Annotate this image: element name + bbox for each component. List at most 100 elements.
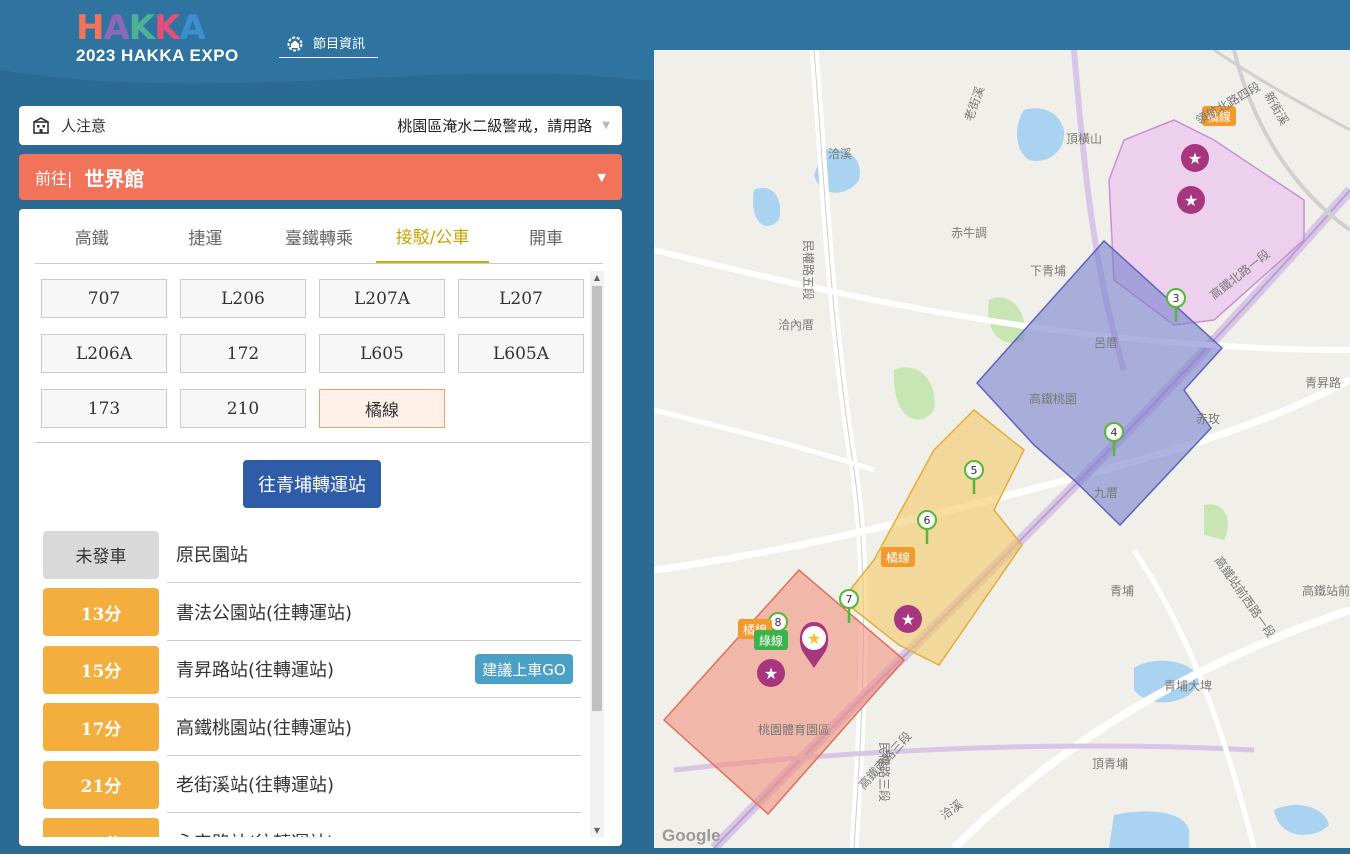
logo-letter: K [154, 8, 180, 48]
map-label: 老街溪 [962, 84, 987, 123]
route-button[interactable]: 707 [41, 279, 167, 318]
destination-prefix: 前往| [35, 169, 73, 188]
map-label: 民權路三段 [877, 742, 892, 802]
svg-text:★: ★ [764, 664, 778, 683]
map-canvas[interactable]: 3 4 5 6 7 8 橘線 橘線 橘線 綠線 ★ ★ ★ ★ ★ 頂橫山 洽溪… [654, 50, 1350, 848]
map-label: 赤玫 [1196, 411, 1220, 426]
logo-letter: A [179, 8, 206, 48]
stop-row[interactable]: 未發車 原民園站 [43, 526, 581, 584]
map-label: 青埔大埤 [1164, 679, 1212, 693]
google-logo: Google [662, 826, 721, 845]
route-button[interactable]: 210 [180, 389, 306, 428]
notice-title: 人注意 [61, 117, 107, 135]
stop-number: 3 [1173, 292, 1180, 305]
stop-row[interactable]: 21分 老街溪站(往轉運站) [43, 756, 581, 814]
route-tag-orange: 橘線 [881, 547, 915, 567]
suggest-board-button[interactable]: 建議上車GO [475, 654, 573, 684]
route-button-selected[interactable]: 橘線 [319, 389, 445, 428]
route-tag-green: 綠線 [754, 630, 788, 650]
scrollbar-thumb[interactable] [592, 286, 602, 711]
route-button[interactable]: L207A [319, 279, 445, 318]
map-label: 呂厝 [1094, 336, 1118, 350]
map-label: 青昇路 [1305, 375, 1341, 390]
notice-dropdown[interactable]: 人注意 桃園區淹水二級警戒，請用路 ▼ [19, 106, 622, 145]
eta-badge: 16分 [43, 818, 159, 837]
eta-badge: 13分 [43, 588, 159, 637]
route-grid: 707 L206 L207A L207 L206A 172 L605 L605A… [35, 271, 590, 428]
venue-star-icon[interactable]: ★ [1177, 186, 1205, 214]
route-button[interactable]: 173 [41, 389, 167, 428]
scrollbar[interactable]: ▲ ▼ [590, 271, 604, 837]
logo-subtitle: 2023 HAKKA EXPO [76, 46, 239, 65]
route-map[interactable]: 3 4 5 6 7 8 橘線 橘線 橘線 綠線 ★ ★ ★ ★ ★ 頂橫山 洽溪… [654, 50, 1350, 848]
venue-star-icon[interactable]: ★ [1181, 144, 1209, 172]
route-tag-label: 橘線 [886, 550, 910, 565]
stop-number: 8 [775, 616, 782, 629]
stop-name: 書法公園站(往轉運站) [167, 584, 581, 641]
hakka-expo-logo[interactable]: H A K K A 2023 HAKKA EXPO [76, 8, 256, 70]
svg-text:★: ★ [807, 629, 821, 648]
logo-letter: H [76, 8, 105, 48]
stop-number: 5 [971, 464, 978, 477]
stop-list: 未發車 原民園站 13分 書法公園站(往轉運站) 15分 青昇路站(往轉運站) … [43, 526, 581, 837]
building-icon [33, 116, 49, 134]
chevron-down-icon: ▼ [597, 170, 606, 184]
map-label: 青埔 [1110, 584, 1134, 598]
logo-letter: A [103, 8, 129, 48]
stop-name: 永安路站(往轉運站) [167, 814, 581, 837]
direction-button[interactable]: 往青埔轉運站 [243, 460, 381, 508]
tab-hsr[interactable]: 高鐵 [35, 209, 149, 263]
chevron-down-icon: ▼ [602, 120, 610, 131]
stop-name: 老街溪站(往轉運站) [167, 756, 581, 814]
destination-select[interactable]: 前往| 世界館 ▼ [19, 154, 622, 200]
route-scroll-area[interactable]: 707 L206 L207A L207 L206A 172 L605 L605A… [35, 271, 590, 837]
map-label: 高鐵桃園 [1029, 391, 1077, 406]
stop-row[interactable]: 13分 書法公園站(往轉運站) [43, 584, 581, 642]
svg-text:★: ★ [1184, 191, 1198, 210]
scroll-down-arrow-icon[interactable]: ▼ [590, 826, 604, 835]
venue-star-icon[interactable]: ★ [894, 605, 922, 633]
map-label: 高鐵站前西路一段 [1212, 553, 1279, 640]
tab-driving[interactable]: 開車 [489, 209, 603, 263]
stop-number: 7 [846, 593, 853, 606]
route-button[interactable]: L605A [458, 334, 584, 373]
stop-row[interactable]: 15分 青昇路站(往轉運站) 建議上車GO [43, 641, 581, 699]
map-label: 洽溪 [938, 797, 966, 822]
eta-badge: 15分 [43, 645, 159, 694]
map-label: 九厝 [1094, 486, 1118, 500]
eta-badge: 17分 [43, 703, 159, 752]
map-label: 下青埔 [1030, 264, 1066, 278]
map-label: 頂青埔 [1092, 757, 1128, 771]
nav-tab-program-info[interactable]: 節目資訊 [279, 28, 378, 58]
stop-row[interactable]: 17分 高鐵桃園站(往轉運站) [43, 699, 581, 757]
eta-badge: 21分 [43, 760, 159, 809]
route-button[interactable]: L605 [319, 334, 445, 373]
map-label: 民權路五段 [801, 240, 816, 300]
route-button[interactable]: L207 [458, 279, 584, 318]
map-label: 洽溪 [828, 147, 852, 161]
scroll-up-arrow-icon[interactable]: ▲ [590, 273, 604, 282]
logo-letters: H A K K A [76, 8, 256, 48]
tab-tra-transfer[interactable]: 臺鐵轉乘 [262, 209, 376, 263]
eta-badge: 未發車 [43, 530, 159, 579]
stop-name: 原民園站 [167, 526, 581, 584]
map-label: 高鐵站前 [1302, 583, 1350, 598]
divider [35, 442, 590, 443]
route-button[interactable]: 172 [180, 334, 306, 373]
stop-number: 6 [924, 514, 931, 527]
notice-message: 桃園區淹水二級警戒，請用路 [397, 117, 593, 135]
venue-star-icon[interactable]: ★ [757, 659, 785, 687]
tab-mrt[interactable]: 捷運 [149, 209, 263, 263]
svg-text:★: ★ [901, 610, 915, 629]
transport-tabs: 高鐵 捷運 臺鐵轉乘 接駁/公車 開車 [35, 209, 603, 264]
map-label: 赤牛調 [951, 225, 987, 240]
route-button[interactable]: L206 [180, 279, 306, 318]
tab-shuttle-bus[interactable]: 接駁/公車 [375, 209, 490, 263]
map-label: 頂橫山 [1066, 132, 1102, 146]
stop-row[interactable]: 16分 永安路站(往轉運站) [43, 814, 581, 837]
route-tag-label: 綠線 [759, 633, 783, 648]
nav-tab-label: 節目資訊 [313, 37, 366, 52]
route-button[interactable]: L206A [41, 334, 167, 373]
map-label: 桃園體育園區 [758, 722, 830, 737]
stop-number: 4 [1111, 426, 1118, 439]
